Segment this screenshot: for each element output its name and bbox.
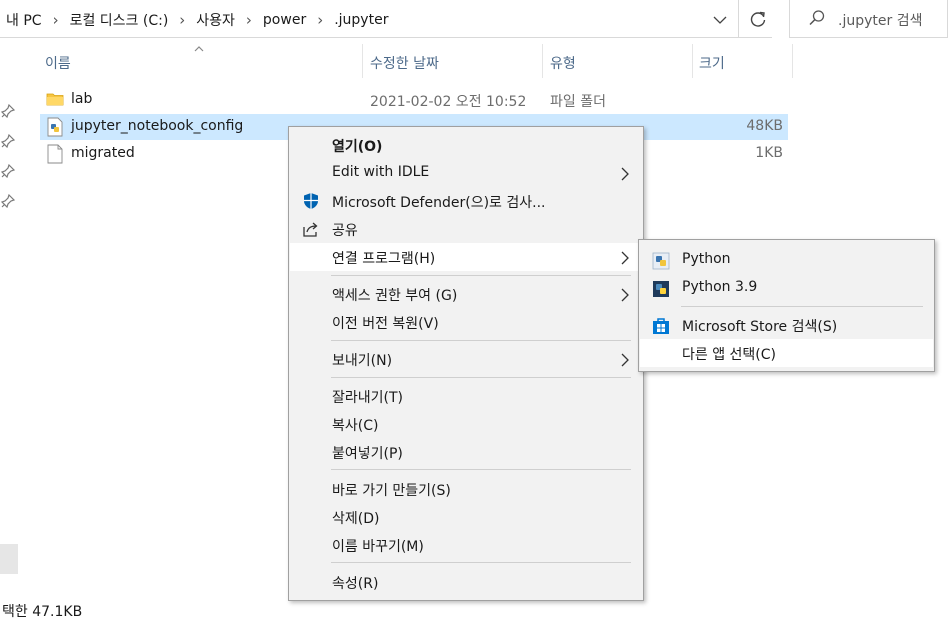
submenu-item-label: Python 3.9 [682, 279, 758, 295]
menu-item-label: 액세스 권한 부여 (G) [332, 288, 458, 304]
breadcrumb-separator-icon[interactable]: › [179, 11, 185, 29]
file-name: lab [71, 91, 93, 107]
submenu-item-label: 다른 앱 선택(C) [682, 347, 776, 363]
breadcrumb-separator-icon[interactable]: › [53, 11, 59, 29]
pin-icon[interactable] [0, 163, 16, 182]
column-header-type[interactable]: 유형 [543, 44, 692, 78]
chevron-right-icon [620, 250, 630, 270]
submenu-item-python-39[interactable]: Python 3.9 [640, 274, 933, 302]
column-header-date[interactable]: 수정한 날짜 [363, 44, 542, 78]
menu-item-share[interactable]: 공유 [290, 215, 642, 243]
python-icon [651, 251, 671, 275]
breadcrumb-local-disk[interactable]: 로컬 디스크 (C:) [70, 10, 169, 30]
menu-item-label: 이름 바꾸기(M) [332, 539, 424, 555]
menu-item-label: 삭제(D) [332, 511, 380, 527]
navigation-pane[interactable] [0, 38, 18, 613]
file-type: 파일 폴더 [550, 94, 606, 110]
microsoft-store-icon [651, 316, 671, 340]
menu-separator [331, 340, 631, 341]
file-row[interactable]: lab 2021-02-02 오전 10:52 파일 폴더 [40, 87, 788, 113]
file-name: migrated [71, 145, 135, 161]
chevron-right-icon [620, 352, 630, 372]
menu-separator [331, 377, 631, 378]
refresh-icon[interactable] [745, 6, 771, 32]
menu-item-label: 보내기(N) [332, 353, 393, 369]
menu-item-copy[interactable]: 복사(C) [290, 410, 642, 438]
pin-icon[interactable] [0, 193, 16, 212]
menu-item-label: 속성(R) [332, 576, 379, 592]
submenu-item-label: Microsoft Store 검색(S) [682, 319, 838, 335]
file-name: jupyter_notebook_config [71, 118, 244, 134]
breadcrumb-separator-icon[interactable]: › [317, 11, 323, 29]
breadcrumb-jupyter[interactable]: .jupyter [334, 12, 388, 28]
breadcrumb-separator-icon[interactable]: › [246, 11, 252, 29]
menu-item-defender-scan[interactable]: Microsoft Defender(으)로 검사... [290, 187, 642, 215]
breadcrumb-this-pc[interactable]: 내 PC [6, 10, 42, 30]
menu-item-edit-with-idle[interactable]: Edit with IDLE [290, 159, 642, 187]
menu-item-label: Microsoft Defender(으)로 검사... [332, 195, 546, 211]
breadcrumb-power[interactable]: power [263, 12, 306, 28]
menu-item-label: 복사(C) [332, 418, 379, 434]
address-divider [738, 0, 739, 38]
menu-item-create-shortcut[interactable]: 바로 가기 만들기(S) [290, 475, 642, 503]
menu-item-delete[interactable]: 삭제(D) [290, 503, 642, 531]
menu-separator [331, 275, 631, 276]
menu-item-rename[interactable]: 이름 바꾸기(M) [290, 531, 642, 559]
search-icon [808, 9, 826, 31]
column-divider[interactable] [792, 44, 793, 78]
chevron-right-icon [620, 166, 630, 186]
breadcrumb: 내 PC › 로컬 디스크 (C:) › 사용자 › power › .jupy… [6, 10, 388, 30]
menu-separator [331, 562, 631, 563]
search-input[interactable]: .jupyter 검색 [838, 10, 922, 30]
menu-item-properties[interactable]: 속성(R) [290, 568, 642, 596]
folder-icon [46, 90, 64, 112]
search-box[interactable]: .jupyter 검색 [789, 0, 948, 38]
menu-item-label: 연결 프로그램(H) [332, 251, 436, 267]
menu-item-label: 붙여넣기(P) [332, 446, 403, 462]
menu-separator [331, 469, 631, 470]
defender-shield-icon [302, 192, 320, 214]
submenu-item-label: Python [682, 251, 731, 267]
menu-item-label: 이전 버전 복원(V) [332, 316, 439, 332]
menu-item-send-to[interactable]: 보내기(N) [290, 345, 642, 373]
menu-item-open-with[interactable]: 연결 프로그램(H) [290, 243, 642, 271]
share-icon [302, 220, 320, 242]
file-size: 1KB [755, 145, 783, 161]
menu-item-give-access[interactable]: 액세스 권한 부여 (G) [290, 280, 642, 308]
menu-item-cut[interactable]: 잘라내기(T) [290, 382, 642, 410]
menu-separator [681, 306, 923, 307]
menu-item-restore-versions[interactable]: 이전 버전 복원(V) [290, 308, 642, 336]
chevron-right-icon [620, 287, 630, 307]
column-header-type-label: 유형 [550, 56, 576, 72]
menu-item-label: Edit with IDLE [332, 164, 430, 180]
column-header-size-label: 크기 [699, 56, 725, 72]
file-date: 2021-02-02 오전 10:52 [370, 94, 527, 110]
python-file-icon [46, 117, 64, 141]
context-menu[interactable]: 열기(O) Edit with IDLE Microsoft Defender(… [288, 126, 644, 601]
chevron-down-icon[interactable] [708, 9, 732, 31]
column-header-size[interactable]: 크기 [693, 44, 792, 78]
open-with-submenu[interactable]: Python Python 3.9 Microsoft Store 검색(S) … [638, 239, 935, 372]
breadcrumb-users[interactable]: 사용자 [196, 10, 235, 30]
menu-item-label: 바로 가기 만들기(S) [332, 483, 451, 499]
nav-scrollbar-thumb[interactable] [0, 544, 18, 574]
menu-item-open[interactable]: 열기(O) [290, 131, 642, 159]
menu-item-label: 잘라내기(T) [332, 390, 403, 406]
file-size: 48KB [746, 118, 783, 134]
status-bar-text: 택한 47.1KB [2, 604, 83, 620]
pin-icon[interactable] [0, 133, 16, 152]
pin-icon[interactable] [0, 103, 16, 122]
address-bar[interactable]: 내 PC › 로컬 디스크 (C:) › 사용자 › power › .jupy… [0, 0, 772, 38]
column-header-date-label: 수정한 날짜 [370, 56, 439, 72]
sort-ascending-icon [193, 42, 205, 58]
python-icon [651, 279, 671, 303]
column-header-name-label: 이름 [45, 56, 71, 72]
submenu-item-choose-other-app[interactable]: 다른 앱 선택(C) [640, 339, 933, 367]
menu-item-label: 공유 [332, 223, 358, 239]
menu-item-label: 열기(O) [332, 139, 383, 155]
submenu-item-store-search[interactable]: Microsoft Store 검색(S) [640, 311, 933, 339]
menu-item-paste[interactable]: 붙여넣기(P) [290, 438, 642, 466]
submenu-item-python[interactable]: Python [640, 246, 933, 274]
file-icon [46, 144, 64, 168]
